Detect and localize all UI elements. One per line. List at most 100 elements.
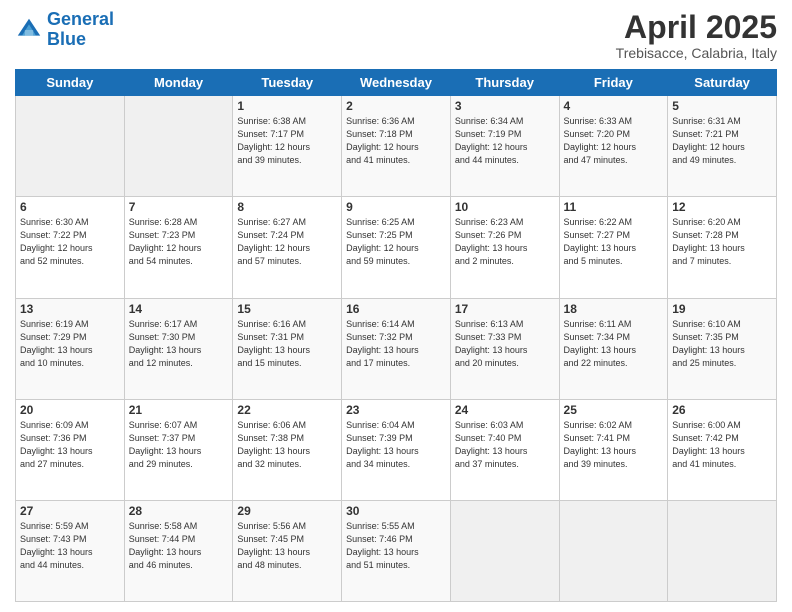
calendar-cell: 29 Sunrise: 5:56 AM Sunset: 7:45 PM Dayli… xyxy=(233,500,342,601)
day-header-saturday: Saturday xyxy=(668,70,777,96)
day-number: 8 xyxy=(237,200,337,214)
day-info: Sunrise: 6:13 AM Sunset: 7:33 PM Dayligh… xyxy=(455,318,555,370)
day-header-thursday: Thursday xyxy=(450,70,559,96)
day-number: 4 xyxy=(564,99,664,113)
calendar-cell: 19Sunrise: 6:10 AM Sunset: 7:35 PM Dayli… xyxy=(668,298,777,399)
calendar-cell: 15 Sunrise: 6:16 AM Sunset: 7:31 PM Dayli… xyxy=(233,298,342,399)
calendar-cell: 17 Sunrise: 6:13 AM Sunset: 7:33 PM Dayli… xyxy=(450,298,559,399)
calendar-cell: 18 Sunrise: 6:11 AM Sunset: 7:34 PM Dayli… xyxy=(559,298,668,399)
day-info: Sunrise: 6:36 AM Sunset: 7:18 PM Dayligh… xyxy=(346,115,446,167)
day-header-monday: Monday xyxy=(124,70,233,96)
header: General Blue April 2025 Trebisacce, Cala… xyxy=(15,10,777,61)
day-info: Sunrise: 6:19 AM Sunset: 7:29 PM Dayligh… xyxy=(20,318,120,370)
calendar-cell: 13 Sunrise: 6:19 AM Sunset: 7:29 PM Dayli… xyxy=(16,298,125,399)
day-info: Sunrise: 5:59 AM Sunset: 7:43 PM Dayligh… xyxy=(20,520,120,572)
day-number: 28 xyxy=(129,504,229,518)
day-number: 17 xyxy=(455,302,555,316)
day-number: 13 xyxy=(20,302,120,316)
day-info: Sunrise: 5:55 AM Sunset: 7:46 PM Dayligh… xyxy=(346,520,446,572)
calendar-cell: 9 Sunrise: 6:25 AM Sunset: 7:25 PM Daylig… xyxy=(342,197,451,298)
calendar-cell: 14Sunrise: 6:17 AM Sunset: 7:30 PM Dayli… xyxy=(124,298,233,399)
calendar-cell: 11 Sunrise: 6:22 AM Sunset: 7:27 PM Dayli… xyxy=(559,197,668,298)
day-number: 20 xyxy=(20,403,120,417)
day-number: 26 xyxy=(672,403,772,417)
calendar-week-row: 1 Sunrise: 6:38 AM Sunset: 7:17 PM Daylig… xyxy=(16,96,777,197)
day-number: 18 xyxy=(564,302,664,316)
month-title: April 2025 xyxy=(616,10,777,45)
calendar-cell: 21Sunrise: 6:07 AM Sunset: 7:37 PM Dayli… xyxy=(124,399,233,500)
calendar-table: SundayMondayTuesdayWednesdayThursdayFrid… xyxy=(15,69,777,602)
calendar-cell xyxy=(668,500,777,601)
day-number: 27 xyxy=(20,504,120,518)
calendar-cell: 28 Sunrise: 5:58 AM Sunset: 7:44 PM Dayli… xyxy=(124,500,233,601)
day-number: 25 xyxy=(564,403,664,417)
day-number: 6 xyxy=(20,200,120,214)
calendar-cell xyxy=(16,96,125,197)
calendar-cell: 3 Sunrise: 6:34 AM Sunset: 7:19 PM Daylig… xyxy=(450,96,559,197)
day-info: Sunrise: 6:02 AM Sunset: 7:41 PM Dayligh… xyxy=(564,419,664,471)
calendar-cell xyxy=(450,500,559,601)
calendar-cell xyxy=(559,500,668,601)
title-block: April 2025 Trebisacce, Calabria, Italy xyxy=(616,10,777,61)
day-number: 10 xyxy=(455,200,555,214)
logo-line2: Blue xyxy=(47,29,86,49)
day-info: Sunrise: 6:14 AM Sunset: 7:32 PM Dayligh… xyxy=(346,318,446,370)
day-info: Sunrise: 6:30 AM Sunset: 7:22 PM Dayligh… xyxy=(20,216,120,268)
day-info: Sunrise: 6:09 AM Sunset: 7:36 PM Dayligh… xyxy=(20,419,120,471)
day-header-tuesday: Tuesday xyxy=(233,70,342,96)
calendar-header-row: SundayMondayTuesdayWednesdayThursdayFrid… xyxy=(16,70,777,96)
calendar-cell: 5Sunrise: 6:31 AM Sunset: 7:21 PM Daylig… xyxy=(668,96,777,197)
day-info: Sunrise: 6:38 AM Sunset: 7:17 PM Dayligh… xyxy=(237,115,337,167)
calendar-cell: 25 Sunrise: 6:02 AM Sunset: 7:41 PM Dayli… xyxy=(559,399,668,500)
calendar-cell: 4 Sunrise: 6:33 AM Sunset: 7:20 PM Daylig… xyxy=(559,96,668,197)
day-info: Sunrise: 6:06 AM Sunset: 7:38 PM Dayligh… xyxy=(237,419,337,471)
day-info: Sunrise: 6:20 AM Sunset: 7:28 PM Dayligh… xyxy=(672,216,772,268)
day-info: Sunrise: 6:17 AM Sunset: 7:30 PM Dayligh… xyxy=(129,318,229,370)
calendar-cell: 26 Sunrise: 6:00 AM Sunset: 7:42 PM Dayli… xyxy=(668,399,777,500)
day-info: Sunrise: 6:27 AM Sunset: 7:24 PM Dayligh… xyxy=(237,216,337,268)
day-number: 15 xyxy=(237,302,337,316)
day-info: Sunrise: 6:16 AM Sunset: 7:31 PM Dayligh… xyxy=(237,318,337,370)
day-number: 29 xyxy=(237,504,337,518)
day-number: 2 xyxy=(346,99,446,113)
day-number: 7 xyxy=(129,200,229,214)
day-number: 3 xyxy=(455,99,555,113)
day-info: Sunrise: 6:22 AM Sunset: 7:27 PM Dayligh… xyxy=(564,216,664,268)
calendar-cell: 22Sunrise: 6:06 AM Sunset: 7:38 PM Dayli… xyxy=(233,399,342,500)
day-number: 23 xyxy=(346,403,446,417)
calendar-week-row: 13 Sunrise: 6:19 AM Sunset: 7:29 PM Dayli… xyxy=(16,298,777,399)
day-info: Sunrise: 6:34 AM Sunset: 7:19 PM Dayligh… xyxy=(455,115,555,167)
calendar-cell xyxy=(124,96,233,197)
calendar-cell: 2 Sunrise: 6:36 AM Sunset: 7:18 PM Daylig… xyxy=(342,96,451,197)
day-number: 9 xyxy=(346,200,446,214)
location: Trebisacce, Calabria, Italy xyxy=(616,45,777,61)
day-info: Sunrise: 6:23 AM Sunset: 7:26 PM Dayligh… xyxy=(455,216,555,268)
calendar-cell: 27 Sunrise: 5:59 AM Sunset: 7:43 PM Dayli… xyxy=(16,500,125,601)
logo-line1: General xyxy=(47,9,114,29)
day-info: Sunrise: 6:11 AM Sunset: 7:34 PM Dayligh… xyxy=(564,318,664,370)
day-number: 12 xyxy=(672,200,772,214)
day-info: Sunrise: 5:58 AM Sunset: 7:44 PM Dayligh… xyxy=(129,520,229,572)
day-info: Sunrise: 6:25 AM Sunset: 7:25 PM Dayligh… xyxy=(346,216,446,268)
day-info: Sunrise: 6:00 AM Sunset: 7:42 PM Dayligh… xyxy=(672,419,772,471)
day-info: Sunrise: 5:56 AM Sunset: 7:45 PM Dayligh… xyxy=(237,520,337,572)
calendar-cell: 10 Sunrise: 6:23 AM Sunset: 7:26 PM Dayli… xyxy=(450,197,559,298)
calendar-cell: 20 Sunrise: 6:09 AM Sunset: 7:36 PM Dayli… xyxy=(16,399,125,500)
calendar-week-row: 6 Sunrise: 6:30 AM Sunset: 7:22 PM Daylig… xyxy=(16,197,777,298)
day-info: Sunrise: 6:28 AM Sunset: 7:23 PM Dayligh… xyxy=(129,216,229,268)
logo-icon xyxy=(15,16,43,44)
day-info: Sunrise: 6:33 AM Sunset: 7:20 PM Dayligh… xyxy=(564,115,664,167)
calendar-cell: 7 Sunrise: 6:28 AM Sunset: 7:23 PM Daylig… xyxy=(124,197,233,298)
day-header-wednesday: Wednesday xyxy=(342,70,451,96)
calendar-cell: 12 Sunrise: 6:20 AM Sunset: 7:28 PM Dayli… xyxy=(668,197,777,298)
logo-text: General Blue xyxy=(47,10,114,50)
day-number: 1 xyxy=(237,99,337,113)
calendar-cell: 6 Sunrise: 6:30 AM Sunset: 7:22 PM Daylig… xyxy=(16,197,125,298)
calendar-week-row: 20 Sunrise: 6:09 AM Sunset: 7:36 PM Dayli… xyxy=(16,399,777,500)
day-number: 21 xyxy=(129,403,229,417)
logo: General Blue xyxy=(15,10,114,50)
day-number: 5 xyxy=(672,99,772,113)
day-number: 11 xyxy=(564,200,664,214)
day-header-friday: Friday xyxy=(559,70,668,96)
calendar-week-row: 27 Sunrise: 5:59 AM Sunset: 7:43 PM Dayli… xyxy=(16,500,777,601)
